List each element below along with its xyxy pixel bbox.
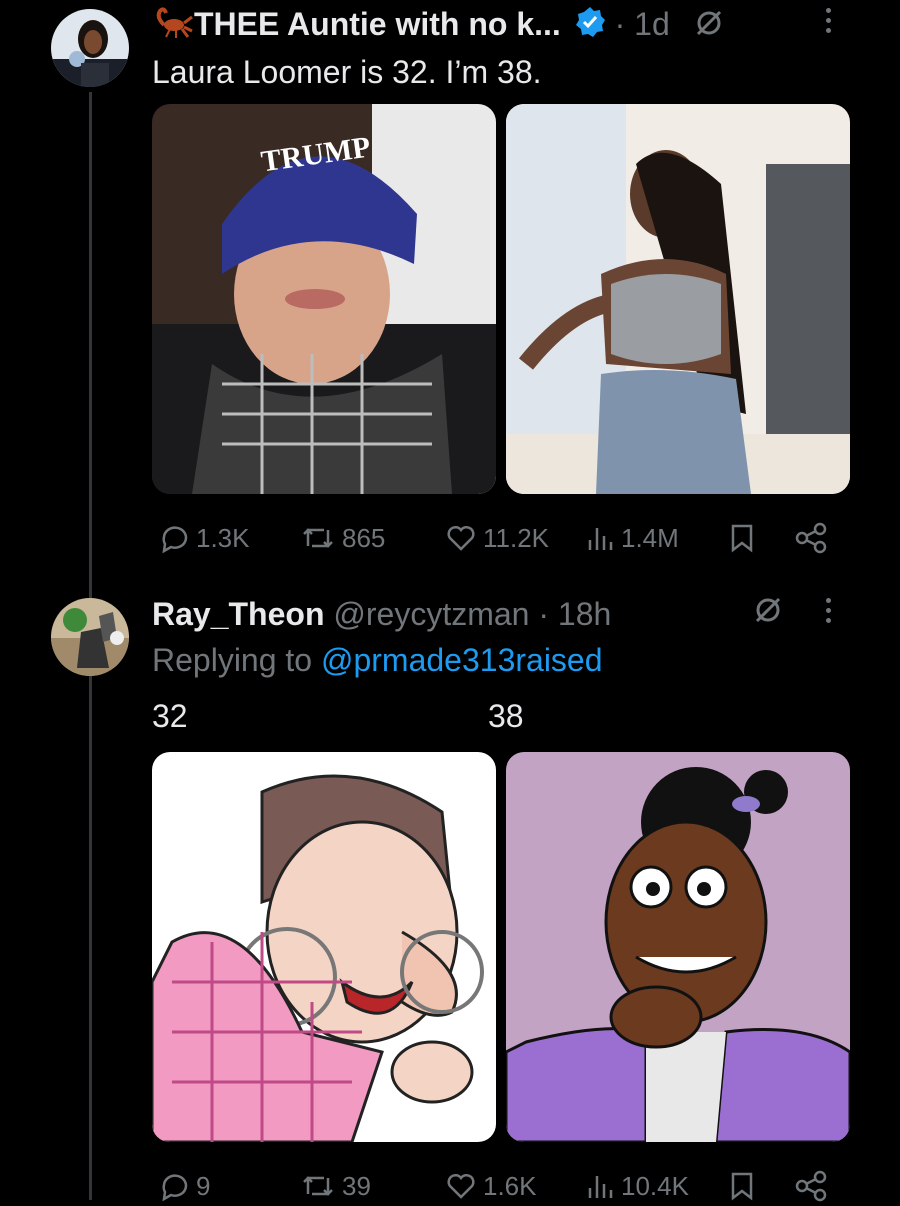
heart-icon: [447, 1173, 475, 1199]
bookmark-icon: [731, 524, 753, 553]
bookmark-button[interactable]: [728, 1166, 756, 1206]
share-button[interactable]: [794, 518, 828, 558]
views-button[interactable]: 1.4M: [585, 518, 679, 558]
share-icon: [795, 1170, 827, 1202]
view-count: 1.4M: [621, 522, 679, 553]
bookmark-button[interactable]: [728, 518, 756, 558]
reply-label-right: 38: [488, 698, 524, 734]
tweet-photo-left[interactable]: TRUMP: [152, 104, 496, 494]
reply-image-left[interactable]: [152, 752, 496, 1142]
tweet2-header: Ray_Theon @reycytzman · 18h: [152, 594, 611, 634]
grok-icon[interactable]: [693, 7, 725, 48]
reply-time[interactable]: · 18h: [538, 596, 611, 632]
reply-count: 1.3K: [196, 522, 250, 553]
verified-badge-icon: [574, 6, 606, 47]
repost-icon: [303, 1176, 333, 1196]
bookmark-icon: [731, 1172, 753, 1201]
reply-author-avatar[interactable]: [51, 598, 129, 676]
reply-button[interactable]: 9: [158, 1166, 210, 1206]
like-button[interactable]: 11.2K: [445, 518, 549, 558]
repost-button[interactable]: 865: [300, 518, 385, 558]
views-button[interactable]: 10.4K: [585, 1166, 689, 1206]
repost-count: 39: [342, 1170, 371, 1201]
share-button[interactable]: [794, 1166, 828, 1206]
scorpion-icon: [150, 7, 194, 48]
tweet-time[interactable]: · 1d: [615, 6, 670, 42]
like-button[interactable]: 1.6K: [445, 1166, 537, 1206]
reply-count: 9: [196, 1170, 211, 1201]
repost-count: 865: [342, 522, 386, 553]
reply-author-handle[interactable]: @reycytzman: [333, 596, 529, 632]
share-icon: [795, 522, 827, 554]
views-icon: [588, 1176, 613, 1198]
reply-button[interactable]: 1.3K: [158, 518, 250, 558]
reply-label-left: 32: [152, 698, 188, 734]
author-avatar[interactable]: [51, 9, 129, 87]
author-name[interactable]: THEE Auntie with no k...: [194, 6, 561, 42]
replying-to-handle[interactable]: @prmade313raised: [321, 642, 603, 678]
more-options-icon[interactable]: [826, 8, 831, 33]
tweet-photo-right[interactable]: [506, 104, 850, 494]
grok-icon[interactable]: [752, 594, 784, 631]
view-count: 10.4K: [621, 1170, 689, 1201]
tweet1-header: THEE Auntie with no k... · 1d: [150, 4, 725, 48]
reply-icon: [162, 526, 188, 554]
like-count: 11.2K: [483, 522, 550, 553]
repost-icon: [303, 528, 333, 548]
reply-image-right[interactable]: [506, 752, 850, 1142]
like-count: 1.6K: [483, 1170, 537, 1201]
repost-button[interactable]: 39: [300, 1166, 371, 1206]
heart-icon: [447, 525, 475, 551]
more-options-icon[interactable]: [826, 598, 831, 623]
replying-to-label: Replying to: [152, 642, 313, 678]
tweet-text: Laura Loomer is 32. I’m 38.: [152, 54, 542, 90]
reply-icon: [162, 1174, 188, 1202]
reply-author-name[interactable]: Ray_Theon: [152, 596, 324, 632]
replying-to: Replying to @prmade313raised: [152, 640, 603, 680]
views-icon: [588, 528, 613, 550]
